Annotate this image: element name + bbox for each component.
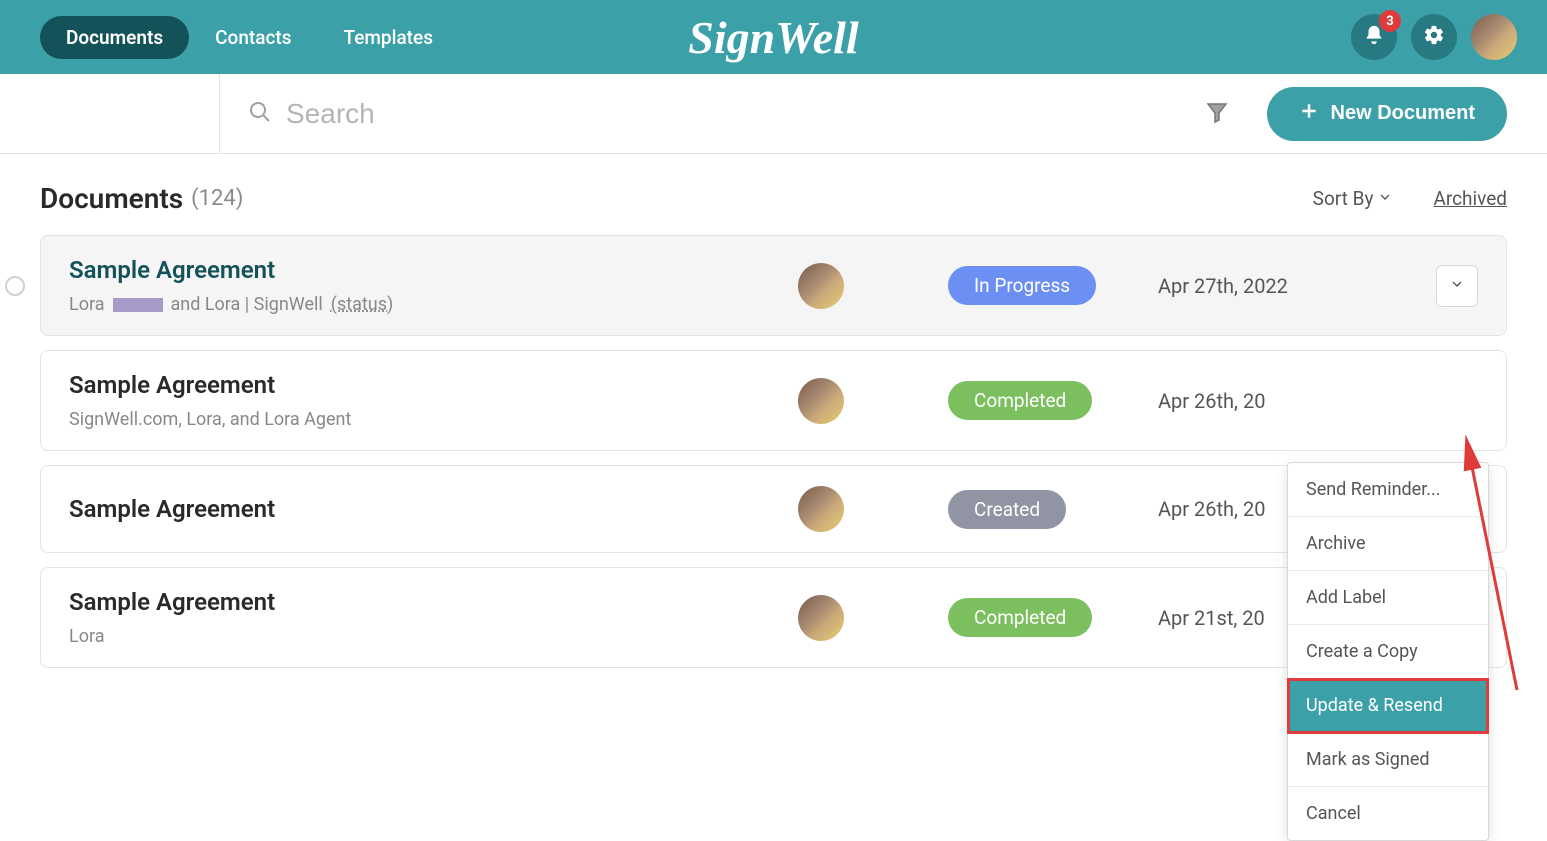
dropdown-item-mark-as-signed[interactable]: Mark as Signed bbox=[1288, 733, 1488, 787]
redacted-text bbox=[113, 298, 163, 312]
document-row[interactable]: Sample Agreement SignWell.com, Lora, and … bbox=[40, 350, 1507, 451]
status-link[interactable]: (status) bbox=[331, 294, 394, 315]
topbar: DocumentsContactsTemplates SignWell 3 bbox=[0, 0, 1547, 74]
filter-icon[interactable] bbox=[1205, 100, 1253, 128]
document-main: Sample Agreement bbox=[69, 495, 788, 523]
sort-by-label: Sort By bbox=[1313, 187, 1374, 210]
nav-item-contacts[interactable]: Contacts bbox=[189, 16, 317, 59]
status-cell: Completed bbox=[948, 381, 1148, 420]
chevron-down-icon bbox=[1449, 276, 1465, 296]
sort-by-button[interactable]: Sort By bbox=[1313, 187, 1394, 210]
page-count: (124) bbox=[191, 186, 243, 211]
avatar[interactable] bbox=[1471, 14, 1517, 60]
row-actions-dropdown: Send Reminder...ArchiveAdd LabelCreate a… bbox=[1287, 462, 1489, 841]
search-area: New Document bbox=[220, 87, 1507, 141]
dropdown-item-cancel[interactable]: Cancel bbox=[1288, 787, 1488, 840]
row-avatar bbox=[798, 595, 844, 641]
row-avatar bbox=[798, 263, 844, 309]
status-badge: Completed bbox=[948, 598, 1092, 637]
sidebar-spacer bbox=[0, 74, 220, 153]
nav-right: 3 bbox=[1351, 14, 1517, 60]
notifications-badge: 3 bbox=[1379, 10, 1401, 32]
document-main: Sample Agreement SignWell.com, Lora, and … bbox=[69, 371, 788, 430]
document-date: Apr 26th, 20 bbox=[1158, 389, 1418, 413]
new-document-label: New Document bbox=[1331, 102, 1475, 125]
document-subtitle: Lora bbox=[69, 626, 788, 647]
document-title: Sample Agreement bbox=[69, 588, 788, 616]
status-badge: In Progress bbox=[948, 266, 1096, 305]
document-title: Sample Agreement bbox=[69, 371, 788, 399]
row-avatar bbox=[798, 486, 844, 532]
document-main: Sample Agreement Lora and Lora | SignWell… bbox=[69, 256, 788, 315]
subtitle-text: Lora bbox=[69, 294, 105, 315]
search-icon bbox=[248, 100, 272, 128]
logo: SignWell bbox=[688, 11, 858, 64]
dropdown-item-send-reminder[interactable]: Send Reminder... bbox=[1288, 463, 1488, 517]
status-badge: Created bbox=[948, 490, 1066, 529]
archived-link[interactable]: Archived bbox=[1433, 187, 1507, 210]
document-title: Sample Agreement bbox=[69, 256, 788, 284]
document-main: Sample Agreement Lora bbox=[69, 588, 788, 647]
dropdown-item-add-label[interactable]: Add Label bbox=[1288, 571, 1488, 625]
page-header: Documents (124) Sort By Archived bbox=[40, 182, 1507, 215]
subtitle-text: and Lora | SignWell bbox=[171, 294, 323, 315]
row-menu-button[interactable] bbox=[1436, 265, 1478, 307]
status-badge: Completed bbox=[948, 381, 1092, 420]
notifications-button[interactable]: 3 bbox=[1351, 14, 1397, 60]
content: Documents (124) Sort By Archived Sample … bbox=[0, 154, 1547, 696]
searchbar: New Document bbox=[0, 74, 1547, 154]
dropdown-item-update-resend[interactable]: Update & Resend bbox=[1288, 679, 1488, 733]
row-avatar bbox=[798, 378, 844, 424]
nav-item-templates[interactable]: Templates bbox=[318, 16, 459, 59]
new-document-button[interactable]: New Document bbox=[1267, 87, 1507, 141]
header-actions: Sort By Archived bbox=[1313, 187, 1507, 210]
dropdown-item-create-a-copy[interactable]: Create a Copy bbox=[1288, 625, 1488, 679]
status-cell: Created bbox=[948, 490, 1148, 529]
plus-icon bbox=[1299, 101, 1319, 127]
select-circle[interactable] bbox=[5, 276, 25, 296]
status-cell: Completed bbox=[948, 598, 1148, 637]
subtitle-text: Lora bbox=[69, 626, 105, 647]
document-subtitle: SignWell.com, Lora, and Lora Agent bbox=[69, 409, 788, 430]
dropdown-item-archive[interactable]: Archive bbox=[1288, 517, 1488, 571]
subtitle-text: SignWell.com, Lora, and Lora Agent bbox=[69, 409, 351, 430]
chevron-down-icon bbox=[1377, 187, 1393, 210]
nav-left: DocumentsContactsTemplates bbox=[40, 16, 459, 59]
page-title: Documents bbox=[40, 182, 183, 215]
document-date: Apr 27th, 2022 bbox=[1158, 274, 1418, 298]
settings-button[interactable] bbox=[1411, 14, 1457, 60]
gear-icon bbox=[1423, 24, 1445, 50]
document-row[interactable]: Sample Agreement Lora and Lora | SignWell… bbox=[40, 235, 1507, 336]
search-input[interactable] bbox=[286, 98, 1191, 130]
document-title: Sample Agreement bbox=[69, 495, 788, 523]
status-cell: In Progress bbox=[948, 266, 1148, 305]
document-subtitle: Lora and Lora | SignWell (status) bbox=[69, 294, 788, 315]
nav-item-documents[interactable]: Documents bbox=[40, 16, 189, 59]
